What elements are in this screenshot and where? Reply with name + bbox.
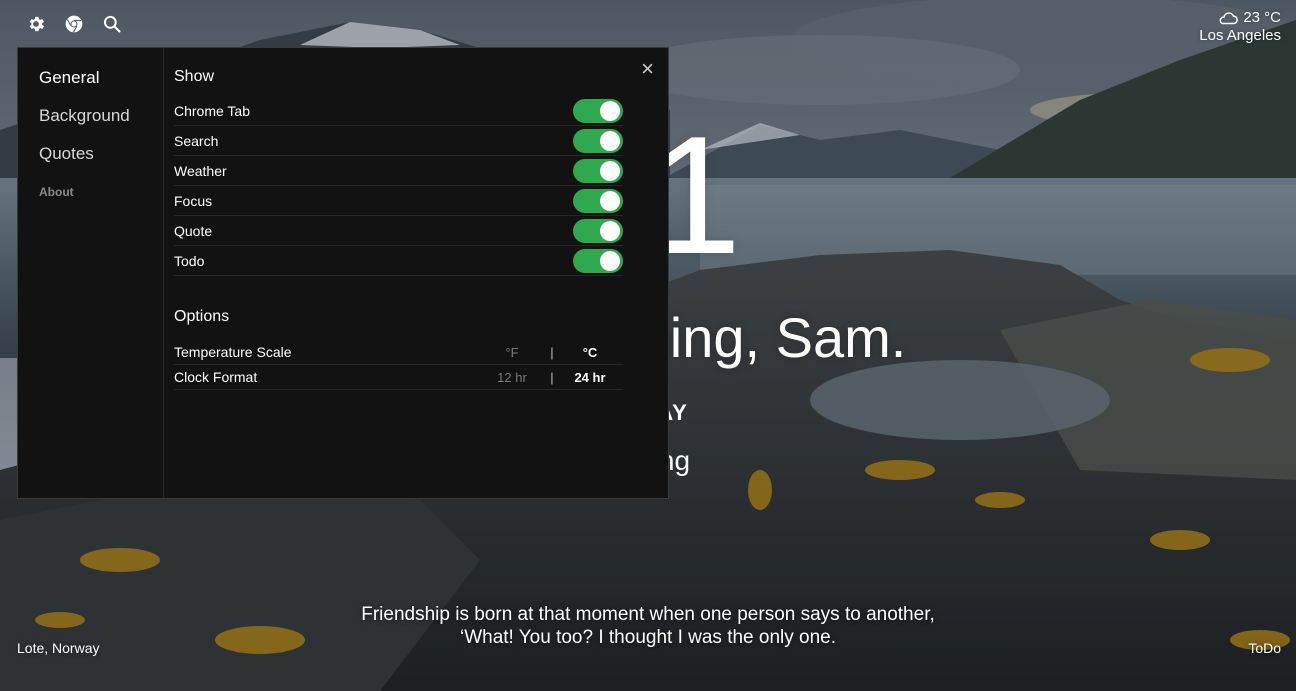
option-separator: | (550, 369, 554, 385)
weather-widget[interactable]: 23 °C Los Angeles (1199, 9, 1281, 45)
option-celsius[interactable]: °C (557, 345, 623, 360)
show-row-todo: Todo (174, 246, 623, 276)
toggle-search[interactable] (573, 128, 623, 153)
show-row-label: Quote (174, 222, 213, 239)
top-icons (26, 14, 122, 34)
option-separator: | (550, 344, 554, 360)
toggle-knob (600, 190, 620, 211)
quote-line-1: Friendship is born at that moment when o… (361, 604, 935, 625)
gear-icon[interactable] (26, 14, 46, 34)
show-row-label: Weather (174, 162, 227, 179)
show-row-label: Search (174, 132, 219, 149)
option-12hr[interactable]: 12 hr (477, 370, 547, 385)
show-row-weather: Weather (174, 156, 623, 186)
toggle-todo[interactable] (573, 248, 623, 273)
option-row-temperature-scale: Temperature Scale °F | °C (174, 340, 623, 365)
toggle-knob (600, 130, 620, 151)
weather-city: Los Angeles (1199, 27, 1281, 44)
option-24hr[interactable]: 24 hr (557, 370, 623, 385)
chrome-icon[interactable] (64, 14, 84, 34)
toggle-weather[interactable] (573, 158, 623, 183)
option-label: Temperature Scale (174, 344, 292, 360)
todo-button[interactable]: ToDo (1248, 640, 1281, 656)
option-row-clock-format: Clock Format 12 hr | 24 hr (174, 365, 623, 390)
option-label: Clock Format (174, 369, 258, 385)
weather-temperature: 23 °C (1243, 9, 1281, 26)
settings-nav: General Background Quotes About (18, 48, 164, 498)
toggle-knob (600, 250, 620, 271)
show-row-label: Chrome Tab (174, 102, 251, 119)
settings-panel: General Background Quotes About × Show C… (17, 47, 669, 499)
show-row-focus: Focus (174, 186, 623, 216)
settings-content: × Show Chrome Tab Search Weather Focus Q… (164, 48, 668, 498)
show-row-label: Todo (174, 252, 205, 269)
show-row-label: Focus (174, 192, 213, 209)
options-section-title: Options (174, 308, 230, 325)
toggle-knob (600, 220, 620, 241)
option-fahrenheit[interactable]: °F (477, 345, 547, 360)
toggle-quote[interactable] (573, 218, 623, 243)
close-icon[interactable]: × (641, 58, 654, 80)
show-row-chrome-tab: Chrome Tab (174, 96, 623, 126)
quote-line-2: ‘What! You too? I thought I was the only… (459, 627, 837, 648)
toggle-knob (600, 100, 620, 121)
show-row-search: Search (174, 126, 623, 156)
nav-item-general[interactable]: General (18, 66, 163, 104)
cloud-icon (1219, 12, 1239, 25)
quote: Friendship is born at that moment when o… (0, 603, 1296, 649)
nav-item-about[interactable]: About (18, 182, 163, 206)
photo-location: Lote, Norway (17, 640, 100, 656)
nav-item-background[interactable]: Background (18, 104, 163, 142)
toggle-knob (600, 160, 620, 181)
show-section-title: Show (174, 68, 215, 85)
toggle-chrome-tab[interactable] (573, 98, 623, 123)
show-row-quote: Quote (174, 216, 623, 246)
nav-item-quotes[interactable]: Quotes (18, 142, 163, 180)
toggle-focus[interactable] (573, 188, 623, 213)
search-icon[interactable] (102, 14, 122, 34)
